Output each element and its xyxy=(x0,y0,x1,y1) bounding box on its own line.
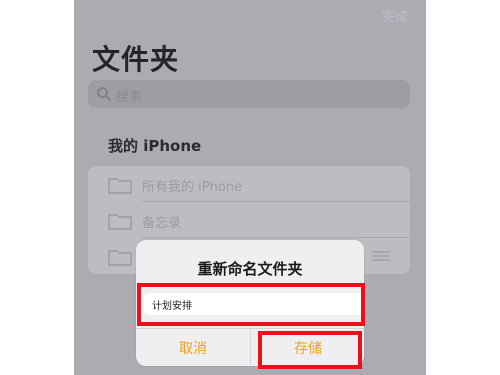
save-button[interactable]: 存储 xyxy=(251,329,365,366)
folder-name-input[interactable] xyxy=(144,293,364,315)
reorder-handle-icon[interactable] xyxy=(372,251,390,261)
dialog-title: 重新命名文件夹 xyxy=(197,260,303,278)
folder-label: 备忘录 xyxy=(142,216,182,231)
search-icon xyxy=(97,87,111,101)
folder-row[interactable]: 所有我的 iPhone xyxy=(88,166,410,202)
folder-row[interactable]: 备忘录 xyxy=(88,202,410,238)
search-bar[interactable]: 搜索 xyxy=(88,80,410,108)
page-title: 文件夹 xyxy=(92,43,180,76)
right-margin xyxy=(426,0,500,375)
folder-icon xyxy=(108,250,132,266)
section-title: 我的 iPhone xyxy=(108,137,202,155)
folder-icon xyxy=(108,178,132,194)
phone-screen: 完成 文件夹 搜索 我的 iPhone 所有我的 iPhone 备忘录 重新命名… xyxy=(74,0,426,375)
done-button[interactable]: 完成 xyxy=(382,6,408,25)
left-margin xyxy=(0,0,74,375)
folder-label: 所有我的 iPhone xyxy=(142,180,243,195)
search-placeholder: 搜索 xyxy=(116,90,143,105)
cancel-button[interactable]: 取消 xyxy=(136,329,250,366)
folder-icon xyxy=(108,214,132,230)
rename-folder-dialog: 重新命名文件夹 取消 存储 xyxy=(136,240,364,366)
